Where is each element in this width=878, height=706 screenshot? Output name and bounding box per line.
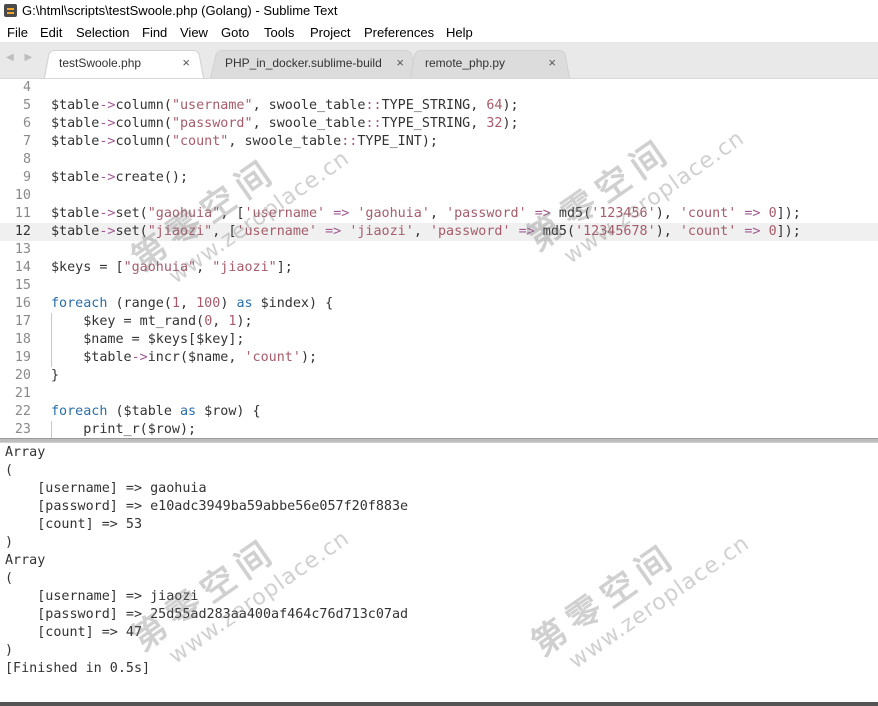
code-line[interactable]: 9 $table->create();	[0, 169, 878, 187]
menu-find[interactable]: Find	[142, 25, 167, 40]
line-number: 18	[14, 332, 31, 347]
line-number: 8	[22, 152, 31, 167]
output-line: [count] => 53	[5, 517, 143, 532]
code-line[interactable]: 18 $name = $keys[$key];	[0, 331, 878, 349]
line-number: 14	[14, 260, 31, 275]
line-number: 23	[14, 422, 31, 437]
code-editor[interactable]: 4 5 $table->column("username", swoole_tabl…	[0, 79, 878, 438]
code-line[interactable]: 14 $keys = ["gaohuia", "jiaozi"];	[0, 259, 878, 277]
tab-close-icon[interactable]: ×	[548, 55, 556, 70]
line-number: 6	[22, 116, 31, 131]
code-line[interactable]: 6 $table->column("password", swoole_table…	[0, 115, 878, 133]
output-line: (	[5, 463, 14, 478]
tab-remote-php[interactable]: remote_php.py ×	[410, 48, 570, 78]
window-title: G:\html\scripts\testSwoole.php (Golang) …	[22, 3, 338, 18]
code-text: print_r($row);	[51, 422, 197, 437]
line-number: 9	[22, 170, 31, 185]
code-line[interactable]: 7 $table->column("count", swoole_table::T…	[0, 133, 878, 151]
code-text: $table->incr($name, 'count');	[51, 350, 318, 365]
output-line: [username] => gaohuia	[5, 481, 207, 496]
code-line[interactable]: 22 foreach ($table as $row) {	[0, 403, 878, 421]
code-line[interactable]: 21	[0, 385, 878, 403]
code-line[interactable]: 16 foreach (range(1, 100) as $index) {	[0, 295, 878, 313]
line-number: 15	[14, 278, 31, 293]
code-line[interactable]: 5 $table->column("username", swoole_table…	[0, 97, 878, 115]
line-number: 4	[22, 80, 31, 95]
menu-selection[interactable]: Selection	[76, 25, 129, 40]
code-text: }	[51, 368, 60, 383]
line-number: 7	[22, 134, 31, 149]
code-text: $table->column("username", swoole_table:…	[51, 98, 519, 113]
tab-php-in-docker[interactable]: PHP_in_docker.sublime-build ×	[210, 48, 418, 78]
code-line[interactable]: 8	[0, 151, 878, 169]
line-number: 19	[14, 350, 31, 365]
output-line: Array	[5, 445, 46, 460]
tab-label: remote_php.py	[425, 56, 506, 70]
tab-testswoole[interactable]: testSwoole.php ×	[44, 48, 204, 78]
tab-label: PHP_in_docker.sublime-build	[225, 56, 382, 70]
line-number: 11	[14, 206, 31, 221]
code-line[interactable]: 13	[0, 241, 878, 259]
line-number: 21	[14, 386, 31, 401]
sublime-text-icon	[4, 4, 17, 17]
output-line: [username] => jiaozi	[5, 589, 199, 604]
code-text: $keys = ["gaohuia", "jiaozi"];	[51, 260, 293, 275]
build-output-panel[interactable]: Array ( [username] => gaohuia [password] …	[0, 443, 878, 702]
line-number: 5	[22, 98, 31, 113]
status-bar	[0, 702, 878, 706]
menu-bar: File Edit Selection Find View Goto Tools…	[0, 22, 878, 42]
code-line[interactable]: 12 $table->set("jiaozi", ['username' => '…	[0, 223, 878, 241]
code-line[interactable]: 4	[0, 79, 878, 97]
menu-file[interactable]: File	[7, 25, 28, 40]
code-text: $key = mt_rand(0, 1);	[51, 314, 253, 329]
line-number: 12	[14, 224, 31, 239]
menu-preferences[interactable]: Preferences	[364, 25, 434, 40]
code-line[interactable]: 11 $table->set("gaohuia", ['username' => …	[0, 205, 878, 223]
output-line: [count] => 47	[5, 625, 143, 640]
output-line: [password] => 25d55ad283aa400af464c76d71…	[5, 607, 409, 622]
line-number: 13	[14, 242, 31, 257]
output-line: (	[5, 571, 14, 586]
tab-label: testSwoole.php	[59, 56, 142, 70]
menu-goto[interactable]: Goto	[221, 25, 249, 40]
line-number: 10	[14, 188, 31, 203]
menu-view[interactable]: View	[180, 25, 208, 40]
line-number: 17	[14, 314, 31, 329]
code-line[interactable]: 23 print_r($row);	[0, 421, 878, 438]
code-text: foreach ($table as $row) {	[51, 404, 261, 419]
code-line[interactable]: 15	[0, 277, 878, 295]
tab-close-icon[interactable]: ×	[396, 55, 404, 70]
line-number: 16	[14, 296, 31, 311]
menu-edit[interactable]: Edit	[40, 25, 62, 40]
output-line: )	[5, 643, 14, 658]
tab-bar: ◀ ▶ testSwoole.php × PHP_in_docker.subli…	[0, 42, 878, 79]
code-line[interactable]: 10	[0, 187, 878, 205]
code-text: $table->column("count", swoole_table::TY…	[51, 134, 438, 149]
code-line[interactable]: 19 $table->incr($name, 'count');	[0, 349, 878, 367]
menu-tools[interactable]: Tools	[264, 25, 294, 40]
tab-nav-arrows-icon[interactable]: ◀ ▶	[6, 52, 36, 63]
code-text: $table->set("jiaozi", ['username' => 'ji…	[51, 224, 801, 239]
output-line: Array	[5, 553, 46, 568]
code-text: foreach (range(1, 100) as $index) {	[51, 296, 334, 311]
code-text: $table->create();	[51, 170, 189, 185]
line-number: 22	[14, 404, 31, 419]
output-line: )	[5, 535, 14, 550]
tab-close-icon[interactable]: ×	[182, 55, 190, 70]
code-line[interactable]: 17 $key = mt_rand(0, 1);	[0, 313, 878, 331]
code-text: $table->set("gaohuia", ['username' => 'g…	[51, 206, 801, 221]
menu-help[interactable]: Help	[446, 25, 473, 40]
title-bar: G:\html\scripts\testSwoole.php (Golang) …	[0, 0, 878, 22]
line-number: 20	[14, 368, 31, 383]
code-text: $table->column("password", swoole_table:…	[51, 116, 519, 131]
output-line: [Finished in 0.5s]	[5, 661, 151, 676]
menu-project[interactable]: Project	[310, 25, 350, 40]
code-text: $name = $keys[$key];	[51, 332, 245, 347]
code-line[interactable]: 20}	[0, 367, 878, 385]
output-line: [password] => e10adc3949ba59abbe56e057f2…	[5, 499, 409, 514]
